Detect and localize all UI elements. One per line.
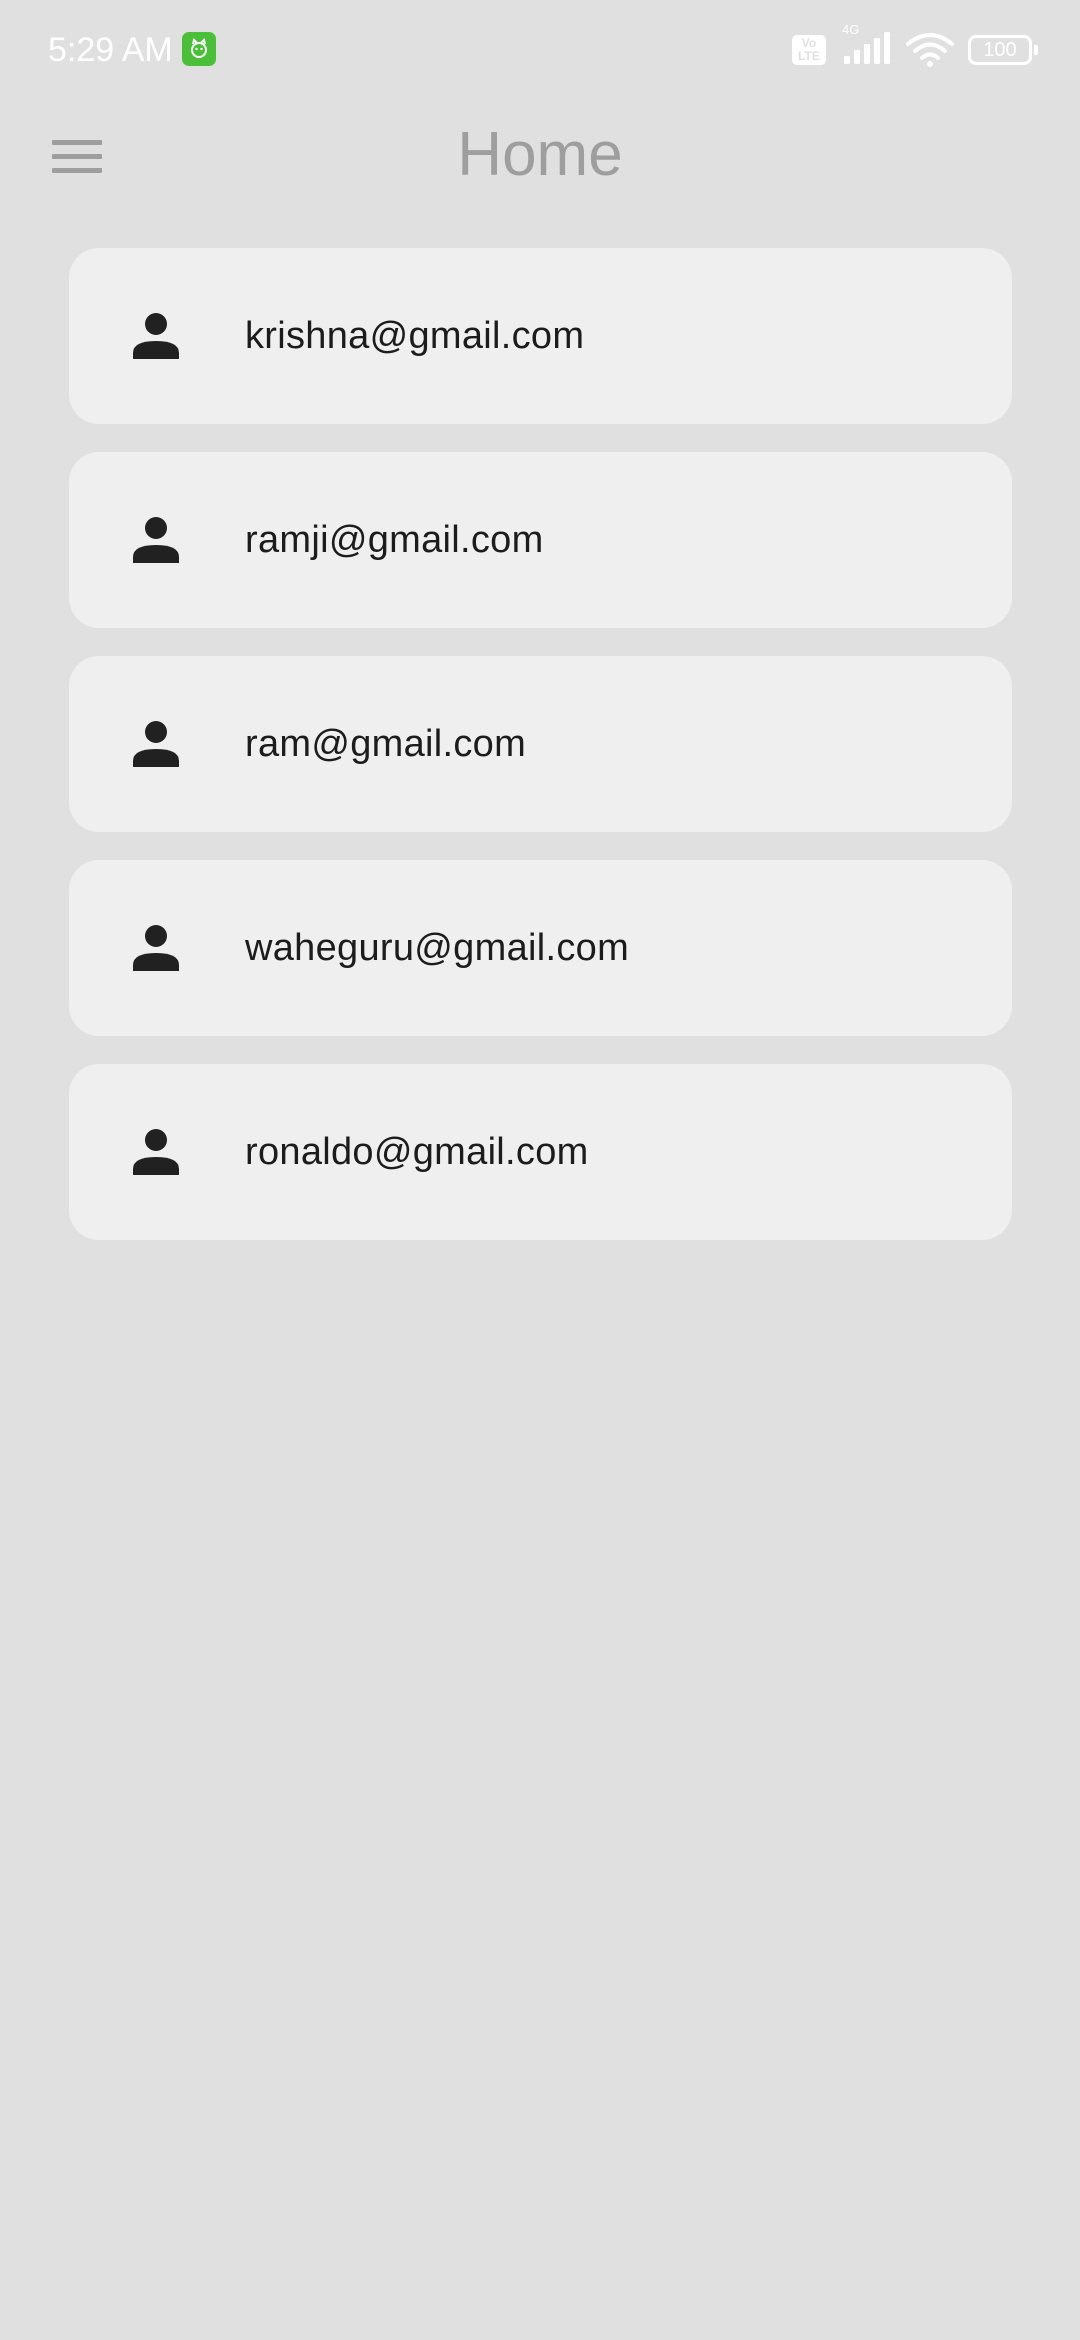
user-email: ronaldo@gmail.com — [245, 1131, 589, 1173]
list-item[interactable]: waheguru@gmail.com — [69, 860, 1012, 1036]
app-bar: Home — [0, 100, 1080, 210]
status-icons: Vo LTE 4G 100 — [792, 22, 1038, 71]
person-icon — [133, 313, 179, 359]
user-email: waheguru@gmail.com — [245, 927, 630, 969]
user-list: krishna@gmail.com ramji@gmail.com ram@gm… — [69, 248, 1012, 1268]
signal-icon: 4G — [840, 22, 892, 71]
person-icon — [133, 925, 179, 971]
hamburger-menu-icon[interactable] — [40, 124, 114, 190]
status-time: 5:29 AM — [48, 31, 173, 69]
list-item[interactable]: krishna@gmail.com — [69, 248, 1012, 424]
battery-icon: 100 — [968, 35, 1038, 65]
person-icon — [133, 517, 179, 563]
network-type-label: 4G — [842, 21, 860, 37]
user-email: ramji@gmail.com — [245, 519, 544, 561]
list-item[interactable]: ronaldo@gmail.com — [69, 1064, 1012, 1240]
person-icon — [133, 721, 179, 767]
status-bar: 5:29 AM Vo LTE 4G 100 — [0, 0, 1080, 100]
volte-icon: Vo LTE — [792, 35, 826, 65]
user-email: krishna@gmail.com — [245, 315, 585, 357]
page-title: Home — [457, 120, 623, 189]
person-icon — [133, 1129, 179, 1175]
list-item[interactable]: ramji@gmail.com — [69, 452, 1012, 628]
user-email: ram@gmail.com — [245, 723, 527, 765]
wifi-icon — [906, 33, 954, 67]
list-item[interactable]: ram@gmail.com — [69, 656, 1012, 832]
cat-face-icon — [182, 32, 216, 66]
